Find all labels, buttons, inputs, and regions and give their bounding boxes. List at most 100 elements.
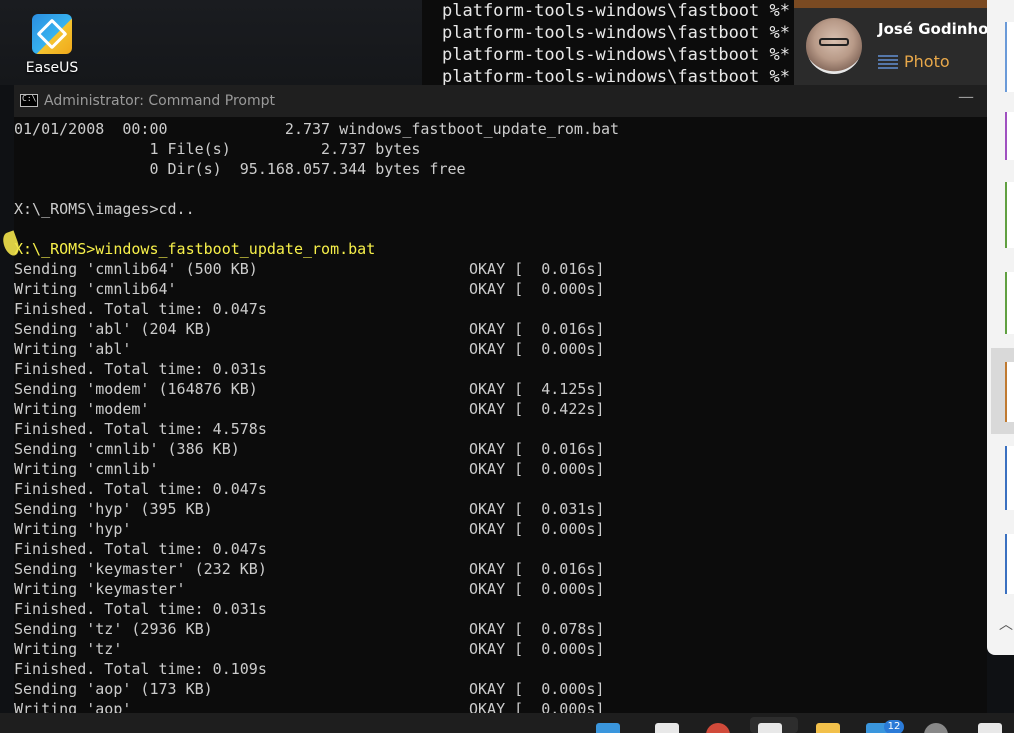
chevron-up-icon[interactable]: ︿ xyxy=(999,614,1013,634)
folder-icon[interactable] xyxy=(816,723,840,733)
console-line: Writing 'modem' OKAY [ 0.422s] xyxy=(14,399,987,419)
console-line-status: OKAY [ 0.000s] xyxy=(469,460,605,478)
console-line: Writing 'aop' OKAY [ 0.000s] xyxy=(14,699,987,713)
console-line-text: Writing 'abl' xyxy=(14,340,132,358)
console-line: 0 Dir(s) 95.168.057.344 bytes free xyxy=(14,159,987,179)
console-line-status: OKAY [ 0.000s] xyxy=(469,280,605,298)
console-line-text: Finished. Total time: 0.047s xyxy=(14,300,267,318)
console-line-text: 1 File(s) 2.737 bytes xyxy=(14,140,421,158)
taskbar-app-icon[interactable] xyxy=(758,723,782,733)
console-line-text: 01/01/2008 00:00 2.737 windows_fastboot_… xyxy=(14,120,620,138)
window-title: Administrator: Command Prompt xyxy=(44,93,275,109)
console-line-status: OKAY [ 0.000s] xyxy=(469,640,605,658)
console-line: Sending 'keymaster' (232 KB) OKAY [ 0.016… xyxy=(14,559,987,579)
profile-card[interactable]: José Godinho, Photo xyxy=(794,0,987,85)
console-line-text: Finished. Total time: 0.031s xyxy=(14,360,267,378)
taskbar-app-icon[interactable] xyxy=(924,723,948,733)
console-line: Sending 'tz' (2936 KB) OKAY [ 0.078s] xyxy=(14,619,987,639)
profile-card-topbar xyxy=(794,0,987,8)
console-line: Finished. Total time: 0.031s xyxy=(14,599,987,619)
console-line-text: Writing 'aop' xyxy=(14,700,132,713)
console-line-status: OKAY [ 0.000s] xyxy=(469,680,605,698)
console-line-text: Writing 'keymaster' xyxy=(14,580,186,598)
profile-name: José Godinho, xyxy=(878,20,987,38)
console-line: Finished. Total time: 0.109s xyxy=(14,659,987,679)
windows-start-icon[interactable] xyxy=(596,723,620,733)
console-line-text: Writing 'cmnlib64' xyxy=(14,280,177,298)
console-line-status: OKAY [ 0.016s] xyxy=(469,260,605,278)
console-line-text: X:\_ROMS\images>cd.. xyxy=(14,200,195,218)
console-line-status: OKAY [ 0.016s] xyxy=(469,320,605,338)
console-line-status: OKAY [ 4.125s] xyxy=(469,380,605,398)
console-line: Sending 'hyp' (395 KB) OKAY [ 0.031s] xyxy=(14,499,987,519)
background-terminal-window[interactable]: platform-tools-windows\fastboot %* platf… xyxy=(422,0,794,85)
panel-thumbnail[interactable] xyxy=(1005,362,1014,422)
panel-thumbnail[interactable] xyxy=(1005,446,1014,510)
console-line: Writing 'tz' OKAY [ 0.000s] xyxy=(14,639,987,659)
console-line: Writing 'keymaster' OKAY [ 0.000s] xyxy=(14,579,987,599)
taskbar: 12 xyxy=(0,713,1014,733)
console-output[interactable]: 01/01/2008 00:00 2.737 windows_fastboot_… xyxy=(14,119,987,713)
console-line-status: OKAY [ 0.000s] xyxy=(469,340,605,358)
terminal-line: platform-tools-windows\fastboot %* xyxy=(442,67,790,85)
console-line: Sending 'cmnlib' (386 KB) OKAY [ 0.016s] xyxy=(14,439,987,459)
console-line: 01/01/2008 00:00 2.737 windows_fastboot_… xyxy=(14,119,987,139)
console-line: Sending 'cmnlib64' (500 KB) OKAY [ 0.016s… xyxy=(14,259,987,279)
right-side-panel[interactable]: ︿ xyxy=(987,0,1014,655)
console-line: Finished. Total time: 0.047s xyxy=(14,479,987,499)
panel-thumbnail[interactable] xyxy=(1005,112,1014,160)
console-line-text: Sending 'cmnlib64' (500 KB) xyxy=(14,260,258,278)
console-line: X:\_ROMS\images>cd.. xyxy=(14,199,987,219)
console-line-text: Writing 'hyp' xyxy=(14,520,132,538)
terminal-line: platform-tools-windows\fastboot %* xyxy=(442,45,790,65)
console-line-text: Sending 'tz' (2936 KB) xyxy=(14,620,213,638)
minimize-button[interactable]: — xyxy=(956,87,976,106)
console-line-text: 0 Dir(s) 95.168.057.344 bytes free xyxy=(14,160,466,178)
photo-link[interactable]: Photo xyxy=(878,52,950,71)
console-line: Finished. Total time: 0.031s xyxy=(14,359,987,379)
panel-thumbnail[interactable] xyxy=(1005,182,1014,248)
console-line: Finished. Total time: 0.047s xyxy=(14,539,987,559)
taskbar-app-icon[interactable] xyxy=(655,723,679,733)
easeus-app-icon xyxy=(32,14,72,54)
console-line-status: OKAY [ 0.422s] xyxy=(469,400,605,418)
console-line: Finished. Total time: 4.578s xyxy=(14,419,987,439)
console-line-status: OKAY [ 0.016s] xyxy=(469,560,605,578)
avatar[interactable] xyxy=(806,18,862,74)
console-line: X:\_ROMS>windows_fastboot_update_rom.bat xyxy=(14,239,987,259)
console-line: Sending 'abl' (204 KB) OKAY [ 0.016s] xyxy=(14,319,987,339)
console-line: 1 File(s) 2.737 bytes xyxy=(14,139,987,159)
console-line-status: OKAY [ 0.000s] xyxy=(469,580,605,598)
console-line-text: Sending 'modem' (164876 KB) xyxy=(14,380,258,398)
easeus-desktop-shortcut[interactable]: EaseUS xyxy=(22,14,82,76)
console-line-text: Sending 'keymaster' (232 KB) xyxy=(14,560,267,578)
panel-thumbnail[interactable] xyxy=(1005,272,1014,334)
console-line-status: OKAY [ 0.000s] xyxy=(469,520,605,538)
taskbar-app-icon[interactable] xyxy=(978,723,1002,733)
console-line-text: Finished. Total time: 0.031s xyxy=(14,600,267,618)
terminal-line: platform-tools-windows\fastboot %* xyxy=(442,23,790,43)
console-line-text: Writing 'cmnlib' xyxy=(14,460,159,478)
desktop-icon-label: EaseUS xyxy=(25,60,79,76)
photo-icon xyxy=(878,55,898,69)
console-line-status: OKAY [ 0.000s] xyxy=(469,700,605,713)
console-line: Finished. Total time: 0.047s xyxy=(14,299,987,319)
console-line-text: Finished. Total time: 0.109s xyxy=(14,660,267,678)
console-line-text: Finished. Total time: 4.578s xyxy=(14,420,267,438)
console-line-text: Finished. Total time: 0.047s xyxy=(14,480,267,498)
console-line-text: Writing 'tz' xyxy=(14,640,123,658)
console-line: Writing 'cmnlib' OKAY [ 0.000s] xyxy=(14,459,987,479)
panel-thumbnail[interactable] xyxy=(1005,534,1014,594)
terminal-line: platform-tools-windows\fastboot %* xyxy=(442,1,790,21)
console-line-text: Writing 'modem' xyxy=(14,400,150,418)
console-line: Sending 'modem' (164876 KB) OKAY [ 4.125s… xyxy=(14,379,987,399)
notification-badge: 12 xyxy=(884,720,904,733)
photo-label: Photo xyxy=(904,52,950,71)
console-line-text: Finished. Total time: 0.047s xyxy=(14,540,267,558)
panel-thumbnail[interactable] xyxy=(1005,22,1014,92)
console-line-text: X:\_ROMS>windows_fastboot_update_rom.bat xyxy=(14,240,376,258)
taskbar-app-icon[interactable] xyxy=(706,723,730,733)
window-titlebar[interactable]: Administrator: Command Prompt — xyxy=(14,85,987,117)
command-prompt-window[interactable]: Administrator: Command Prompt — 01/01/20… xyxy=(14,85,987,713)
